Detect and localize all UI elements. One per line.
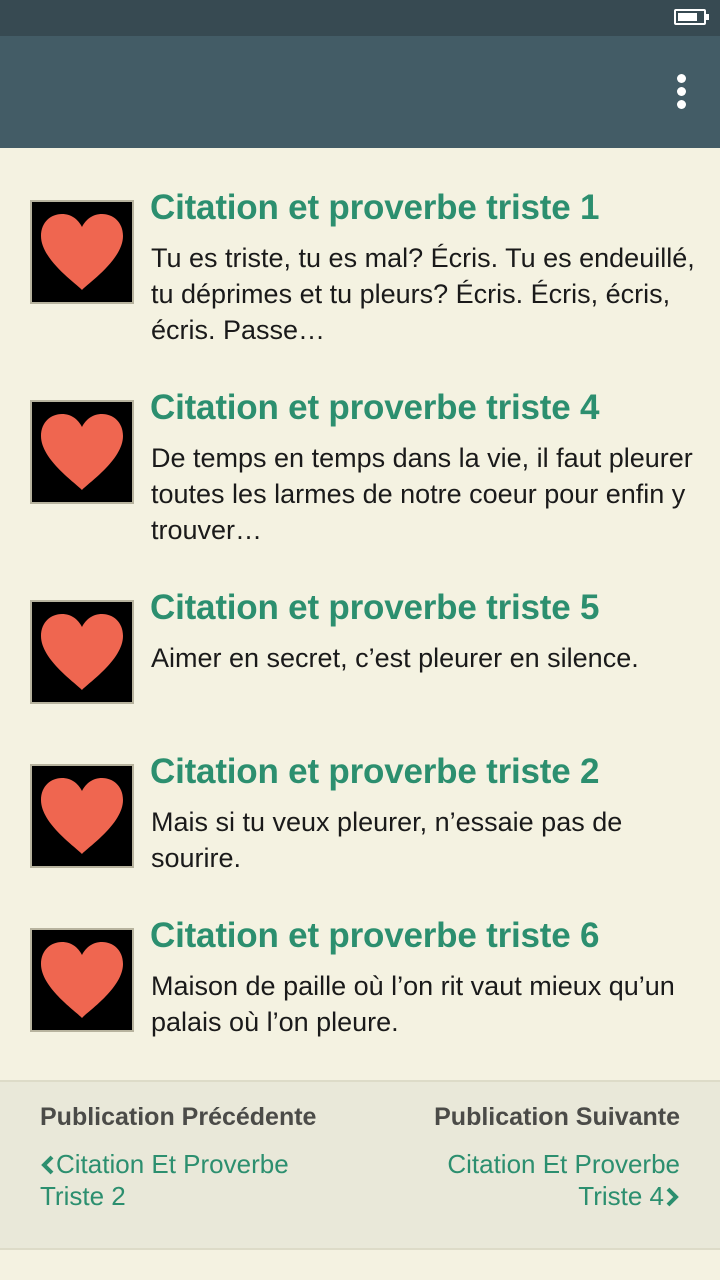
chevron-right-icon	[666, 1187, 679, 1207]
post-excerpt: Maison de paille où l’on rit vaut mieux …	[151, 971, 675, 1037]
previous-post-label: Publication Précédente	[40, 1103, 317, 1131]
post-title[interactable]: Citation et proverbe triste 2	[150, 750, 710, 794]
post-list: Citation et proverbe triste 1 Tu es tris…	[0, 148, 720, 1080]
heart-icon	[41, 942, 123, 1018]
heart-icon	[41, 614, 123, 690]
post-thumbnail[interactable]	[30, 200, 134, 304]
post-title[interactable]: Citation et proverbe triste 5	[150, 586, 710, 630]
heart-icon	[41, 214, 123, 290]
previous-post-title[interactable]: Citation Et Proverbe Triste 2	[40, 1149, 289, 1211]
post-excerpt: Aimer en secret, c’est pleurer en silenc…	[151, 643, 639, 673]
post-thumbnail[interactable]	[30, 600, 134, 704]
chevron-left-icon	[41, 1155, 54, 1175]
post-excerpt: Tu es triste, tu es mal? Écris. Tu es en…	[151, 243, 695, 345]
post-thumbnail[interactable]	[30, 764, 134, 868]
battery-icon	[674, 9, 709, 25]
post-navigation: Publication Précédente Publication Suiva…	[0, 1080, 720, 1250]
next-post-label: Publication Suivante	[434, 1103, 680, 1131]
heart-icon	[41, 778, 123, 854]
post-thumbnail[interactable]	[30, 928, 134, 1032]
post-excerpt: Mais si tu veux pleurer, n’essaie pas de…	[151, 807, 623, 873]
heart-icon	[41, 414, 123, 490]
more-vert-icon[interactable]	[670, 74, 694, 110]
post-thumbnail[interactable]	[30, 400, 134, 504]
next-post-link[interactable]: Citation Et Proverbe Triste 4	[380, 1148, 680, 1212]
previous-post-link[interactable]: Citation Et Proverbe Triste 2	[40, 1148, 340, 1212]
post-excerpt: De temps en temps dans la vie, il faut p…	[151, 443, 693, 545]
next-post-title[interactable]: Citation Et Proverbe Triste 4	[447, 1149, 680, 1211]
status-bar	[0, 0, 720, 36]
post-title[interactable]: Citation et proverbe triste 4	[150, 386, 710, 430]
app-bar	[0, 36, 720, 148]
post-title[interactable]: Citation et proverbe triste 6	[150, 914, 710, 958]
battery-level-fill	[678, 13, 697, 21]
post-title[interactable]: Citation et proverbe triste 1	[150, 186, 710, 230]
